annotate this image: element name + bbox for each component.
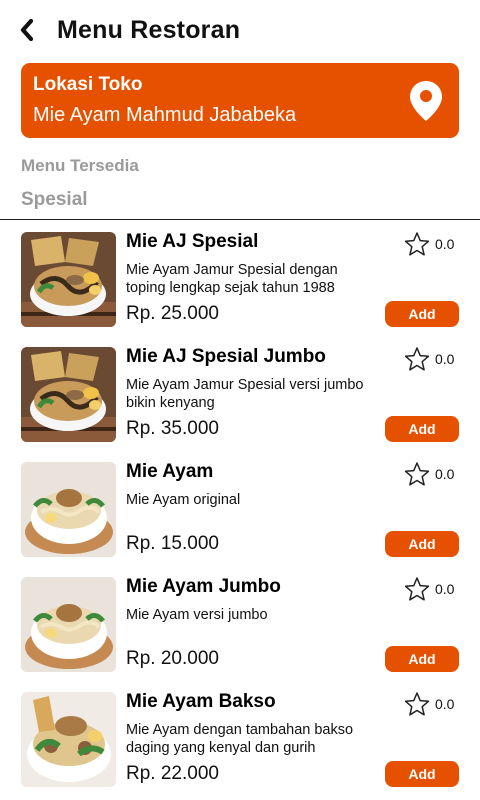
menu-item-price: Rp. 20.000 [126,648,219,669]
store-location-card[interactable]: Lokasi Toko Mie Ayam Mahmud Jababeka [21,63,459,138]
food-image [21,347,116,442]
chevron-left-icon [20,19,34,41]
add-button[interactable]: Add [385,761,459,787]
divider [0,219,480,220]
menu-item-description: Mie Ayam dengan tambahan bakso daging ya… [126,722,354,756]
menu-item[interactable]: Mie Ayam Jumbo 0.0 Mie Ayam versi jumbo … [0,573,480,688]
menu-item-description: Mie Ayam Jamur Spesial versi jumbo bikin… [126,377,364,411]
star-icon[interactable] [404,691,430,717]
rating-value: 0.0 [435,581,455,597]
menu-item[interactable]: Mie AJ Spesial Jumbo 0.0 Mie Ayam Jamur … [0,343,480,458]
star-icon[interactable] [404,461,430,487]
menu-item-name: Mie Ayam Jumbo [126,576,281,597]
app-header: Menu Restoran [0,0,480,60]
star-icon[interactable] [404,231,430,257]
store-location-label: Lokasi Toko [33,74,143,95]
rating-value: 0.0 [435,351,455,367]
rating-value: 0.0 [435,236,455,252]
store-name: Mie Ayam Mahmud Jababeka [33,104,297,126]
back-button[interactable] [14,16,40,44]
food-image [21,692,116,787]
menu-item-description: Mie Ayam original [126,492,241,508]
menu-item-description: Mie Ayam versi jumbo [126,607,268,623]
menu-item-name: Mie Ayam Bakso [126,691,276,712]
food-image [21,462,116,557]
menu-item[interactable]: Mie AJ Spesial 0.0 Mie Ayam Jamur Spesia… [0,228,480,343]
menu-item[interactable]: Mie Ayam Bakso 0.0 Mie Ayam dengan tamba… [0,688,480,800]
menu-item-name: Mie AJ Spesial [126,231,259,252]
menu-list: Mie AJ Spesial 0.0 Mie Ayam Jamur Spesia… [0,228,480,800]
menu-item-description: Mie Ayam Jamur Spesial dengan toping len… [126,262,338,296]
section-title: Menu Tersedia [21,156,139,175]
rating-value: 0.0 [435,696,455,712]
star-icon[interactable] [404,576,430,602]
food-image [21,232,116,327]
menu-item-name: Mie AJ Spesial Jumbo [126,346,326,367]
add-button[interactable]: Add [385,646,459,672]
menu-item[interactable]: Mie Ayam 0.0 Mie Ayam original Rp. 15.00… [0,458,480,573]
menu-item-name: Mie Ayam [126,461,214,482]
menu-item-price: Rp. 35.000 [126,418,219,439]
rating-value: 0.0 [435,466,455,482]
menu-item-price: Rp. 22.000 [126,763,219,784]
add-button[interactable]: Add [385,416,459,442]
page-title: Menu Restoran [57,16,241,44]
star-icon[interactable] [404,346,430,372]
menu-item-price: Rp. 25.000 [126,303,219,324]
category-title: Spesial [21,189,88,210]
location-pin-icon [410,81,442,121]
food-image [21,577,116,672]
add-button[interactable]: Add [385,531,459,557]
menu-item-price: Rp. 15.000 [126,533,219,554]
add-button[interactable]: Add [385,301,459,327]
